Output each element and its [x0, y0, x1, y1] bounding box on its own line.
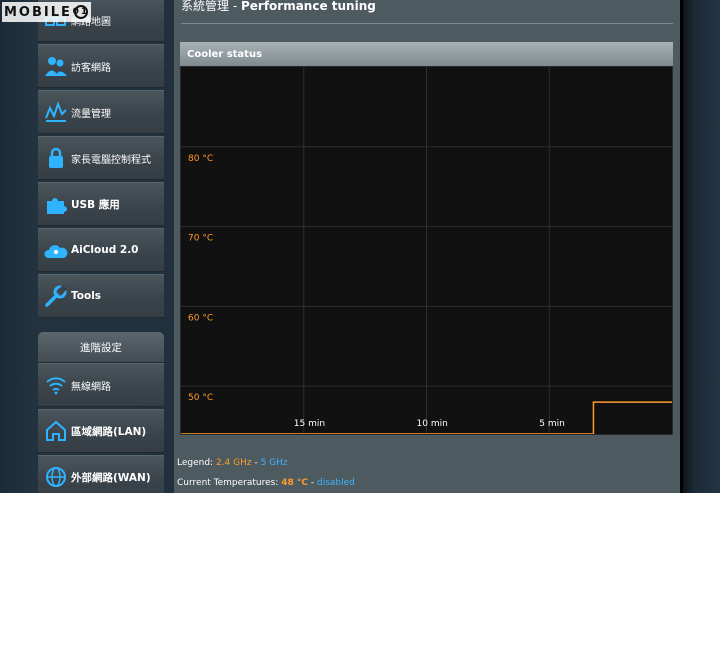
advanced-settings-header: 進階設定: [38, 332, 164, 363]
sidebar-item-wan[interactable]: 外部網路(WAN): [38, 455, 164, 493]
aicloud-icon: [43, 237, 69, 263]
sidebar-item-label: 無線網路: [71, 381, 111, 393]
watermark-badge: 01: [72, 5, 90, 19]
sidebar-item-label: USB 應用: [71, 198, 120, 211]
sidebar-item-label: 訪客網路: [71, 62, 111, 74]
y-tick-label: 50 °C: [188, 393, 213, 403]
temperature-chart-svg: 80 °C 70 °C 60 °C 50 °C 15 min 10 min 5 min: [181, 67, 672, 435]
sidebar-item-label: 外部網路(WAN): [71, 471, 151, 484]
sidebar-item-label: 區域網路(LAN): [71, 425, 147, 438]
x-tick-label: 5 min: [539, 419, 565, 429]
sidebar-item-aicloud[interactable]: AiCloud 2.0: [38, 228, 164, 272]
router-admin-screen: 網路地圖 訪客網路 流量管理 家長電腦控制程式 USB 應用 AiCloud 2…: [0, 0, 720, 493]
home-icon: [43, 418, 69, 444]
frame-divider: [680, 0, 683, 493]
right-border: [683, 0, 720, 493]
sidebar-item-tools[interactable]: Tools: [38, 274, 164, 318]
guest-network-icon: [43, 53, 69, 79]
legend-separator: -: [251, 458, 261, 468]
current-temp-2g: 48 °C: [281, 478, 309, 488]
cooler-status-chart: 80 °C 70 °C 60 °C 50 °C 15 min 10 min 5 min: [180, 66, 673, 435]
usb-application-icon: [43, 191, 69, 217]
cooler-status-header: Cooler status: [180, 42, 673, 66]
x-tick-label: 10 min: [417, 419, 448, 429]
main-content: 系統管理 - Performance tuning Cooler status …: [174, 0, 680, 493]
sidebar-item-usb-application[interactable]: USB 應用: [38, 182, 164, 226]
page-title-main: Performance tuning: [240, 0, 376, 13]
sidebar-item-traffic-manager[interactable]: 流量管理: [38, 90, 164, 134]
current-temp-separator: -: [308, 478, 318, 488]
watermark-text: MOBILE: [4, 4, 72, 20]
current-temp-5g: disabled: [317, 478, 355, 488]
y-tick-label: 70 °C: [188, 234, 213, 244]
y-tick-label: 80 °C: [188, 154, 213, 164]
sidebar-item-label: AiCloud 2.0: [71, 244, 139, 256]
legend-prefix: Legend:: [177, 458, 216, 468]
page-title-prefix: 系統管理 -: [181, 0, 241, 13]
watermark-logo: MOBILE 01: [2, 2, 91, 22]
wrench-icon: [43, 283, 69, 309]
sidebar-item-label: Tools: [71, 290, 102, 302]
legend: Legend: 2.4 GHz - 5 GHz: [177, 458, 288, 468]
wireless-icon: [43, 372, 69, 398]
sidebar-item-label: 家長電腦控制程式: [71, 154, 151, 166]
legend-item-2g: 2.4 GHz: [215, 458, 252, 468]
globe-icon: [43, 464, 69, 490]
sidebar-item-label: 流量管理: [71, 108, 111, 120]
sidebar-item-lan[interactable]: 區域網路(LAN): [38, 409, 164, 453]
sidebar-item-wireless[interactable]: 無線網路: [38, 363, 164, 407]
legend-item-5g: 5 GHz: [260, 458, 288, 468]
current-temp-prefix: Current Temperatures:: [177, 478, 282, 488]
current-temperatures: Current Temperatures: 48 °C - disabled: [177, 478, 355, 488]
sidebar-item-parental-control[interactable]: 家長電腦控制程式: [38, 136, 164, 180]
parental-control-icon: [43, 145, 69, 171]
x-tick-label: 15 min: [294, 419, 325, 429]
title-divider: [181, 23, 673, 24]
sidebar-item-guest-network[interactable]: 訪客網路: [38, 44, 164, 88]
y-tick-label: 60 °C: [188, 313, 213, 323]
page-title: 系統管理 - Performance tuning: [181, 0, 376, 14]
traffic-manager-icon: [43, 99, 69, 125]
